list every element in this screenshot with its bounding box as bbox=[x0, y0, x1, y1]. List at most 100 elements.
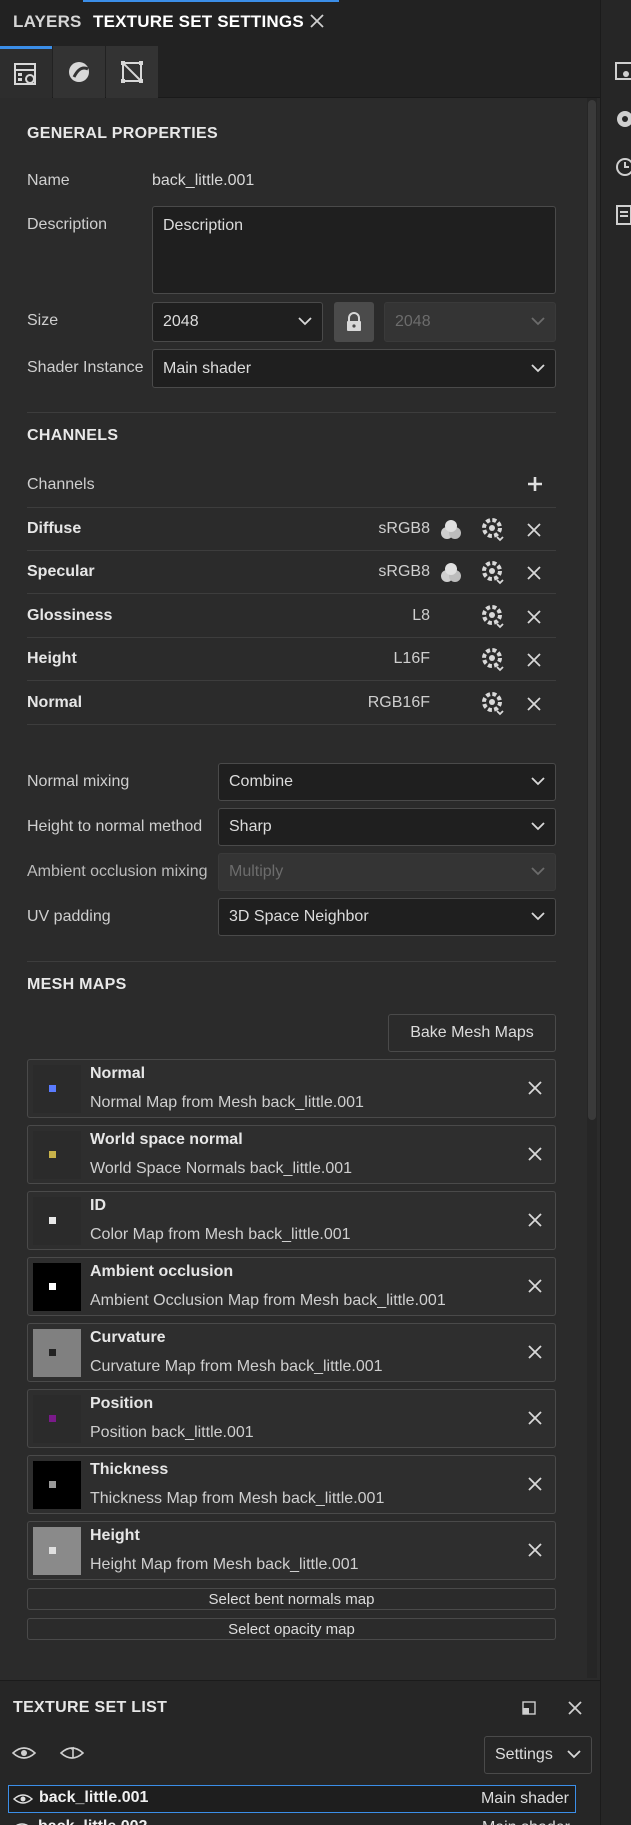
undock-icon[interactable] bbox=[522, 1701, 536, 1715]
chevron-down-icon bbox=[531, 822, 545, 831]
sub-tab-settings[interactable] bbox=[0, 46, 52, 98]
remove-mesh-map-icon[interactable] bbox=[525, 1342, 545, 1362]
sub-tab-mesh[interactable] bbox=[106, 46, 158, 98]
shader-instance-select[interactable]: Main shader bbox=[152, 349, 556, 388]
remove-mesh-map-icon[interactable] bbox=[525, 1408, 545, 1428]
mesh-map-thumbnail-mark bbox=[49, 1349, 56, 1356]
scrollbar-thumb[interactable] bbox=[588, 100, 596, 1120]
texture-set-row[interactable]: back_little.002 Main shader bbox=[8, 1815, 576, 1825]
close-panel-icon[interactable] bbox=[566, 1699, 584, 1717]
remove-mesh-map-icon[interactable] bbox=[525, 1276, 545, 1296]
remove-channel-icon[interactable] bbox=[520, 516, 548, 544]
name-value[interactable]: back_little.001 bbox=[152, 172, 254, 190]
channel-row[interactable]: Normal RGB16F bbox=[27, 682, 556, 725]
size-select[interactable]: 2048 bbox=[152, 302, 323, 342]
color-channels-icon[interactable] bbox=[437, 516, 465, 544]
mesh-map-card[interactable]: Height Height Map from Mesh back_little.… bbox=[27, 1521, 556, 1580]
mesh-map-description: World Space Normals back_little.001 bbox=[90, 1160, 353, 1177]
remove-mesh-map-icon[interactable] bbox=[525, 1078, 545, 1098]
eye-icon[interactable] bbox=[12, 1821, 32, 1825]
remove-mesh-map-icon[interactable] bbox=[525, 1144, 545, 1164]
chevron-down-icon bbox=[531, 317, 545, 326]
mesh-map-card[interactable]: Normal Normal Map from Mesh back_little.… bbox=[27, 1059, 556, 1118]
mesh-map-card[interactable]: Ambient occlusion Ambient Occlusion Map … bbox=[27, 1257, 556, 1316]
channel-settings-gear-icon[interactable] bbox=[479, 559, 507, 587]
lock-icon bbox=[347, 312, 361, 331]
remove-channel-icon[interactable] bbox=[520, 690, 548, 718]
mesh-map-card[interactable]: World space normal World Space Normals b… bbox=[27, 1125, 556, 1184]
channel-format[interactable]: L8 bbox=[412, 607, 430, 625]
channel-settings-gear-icon[interactable] bbox=[479, 516, 507, 544]
channel-row[interactable]: Glossiness L8 bbox=[27, 595, 556, 638]
texture-set-list-panel: TEXTURE SET LIST Settings back_little.00… bbox=[0, 1680, 600, 1825]
close-tab-icon[interactable] bbox=[306, 10, 328, 32]
texture-set-shader: Main shader bbox=[482, 1819, 570, 1825]
mesh-map-title: Ambient occlusion bbox=[90, 1263, 234, 1280]
texture-set-name: back_little.002 bbox=[38, 1818, 147, 1825]
section-divider bbox=[27, 961, 556, 962]
mesh-map-title: Curvature bbox=[90, 1329, 166, 1346]
mesh-map-thumbnail bbox=[33, 1065, 81, 1113]
channel-row[interactable]: Diffuse sRGB8 bbox=[27, 508, 556, 551]
select-opacity-map-button[interactable]: Select opacity map bbox=[27, 1618, 556, 1640]
normal-mixing-select[interactable]: Combine bbox=[218, 763, 556, 801]
mesh-map-description: Normal Map from Mesh back_little.001 bbox=[90, 1094, 364, 1111]
mesh-map-card[interactable]: Curvature Curvature Map from Mesh back_l… bbox=[27, 1323, 556, 1382]
color-channels-icon[interactable] bbox=[437, 559, 465, 587]
remove-channel-icon[interactable] bbox=[520, 559, 548, 587]
remove-mesh-map-icon[interactable] bbox=[525, 1210, 545, 1230]
solo-visibility-icon[interactable] bbox=[60, 1743, 84, 1763]
display-settings-icon[interactable] bbox=[614, 60, 631, 82]
ao-mixing-select: Multiply bbox=[218, 853, 556, 891]
mesh-map-thumbnail-mark bbox=[49, 1151, 56, 1158]
shader-settings-icon[interactable] bbox=[614, 108, 631, 130]
channel-settings-gear-icon[interactable] bbox=[479, 646, 507, 674]
size-lock-button[interactable] bbox=[334, 302, 374, 342]
texture-set-row[interactable]: back_little.001 Main shader bbox=[8, 1785, 576, 1813]
tab-layers[interactable]: LAYERS bbox=[13, 0, 82, 46]
mesh-map-description: Curvature Map from Mesh back_little.001 bbox=[90, 1358, 383, 1375]
description-field[interactable]: Description bbox=[152, 206, 556, 294]
mesh-map-description: Thickness Map from Mesh back_little.001 bbox=[90, 1490, 385, 1507]
history-icon[interactable] bbox=[614, 156, 631, 178]
uv-padding-select[interactable]: 3D Space Neighbor bbox=[218, 898, 556, 936]
chevron-down-icon bbox=[531, 867, 545, 876]
channel-format[interactable]: sRGB8 bbox=[378, 520, 430, 538]
panel-tab-bar: LAYERS TEXTURE SET SETTINGS bbox=[0, 0, 600, 46]
sub-tab-material[interactable] bbox=[53, 46, 105, 98]
mesh-map-title: Height bbox=[90, 1527, 140, 1544]
channel-row[interactable]: Height L16F bbox=[27, 638, 556, 681]
add-channel-icon[interactable] bbox=[526, 475, 544, 493]
log-icon[interactable] bbox=[614, 204, 631, 226]
channel-format[interactable]: RGB16F bbox=[368, 694, 430, 712]
mesh-map-card[interactable]: Thickness Thickness Map from Mesh back_l… bbox=[27, 1455, 556, 1514]
remove-channel-icon[interactable] bbox=[520, 646, 548, 674]
remove-channel-icon[interactable] bbox=[520, 603, 548, 631]
size-secondary-value: 2048 bbox=[395, 313, 431, 330]
visibility-toggle-icon[interactable] bbox=[12, 1743, 36, 1763]
channel-format[interactable]: sRGB8 bbox=[378, 563, 430, 581]
height-normal-method-select[interactable]: Sharp bbox=[218, 808, 556, 846]
bake-mesh-maps-button[interactable]: Bake Mesh Maps bbox=[388, 1014, 556, 1052]
shader-instance-label: Shader Instance bbox=[27, 359, 144, 376]
select-bent-normals-button[interactable]: Select bent normals map bbox=[27, 1588, 556, 1610]
size-value: 2048 bbox=[163, 313, 199, 330]
eye-icon[interactable] bbox=[13, 1792, 33, 1806]
mesh-map-thumbnail bbox=[33, 1395, 81, 1443]
mesh-map-thumbnail bbox=[33, 1197, 81, 1245]
tab-texture-set-settings[interactable]: TEXTURE SET SETTINGS bbox=[93, 0, 304, 46]
mesh-map-card[interactable]: ID Color Map from Mesh back_little.001 bbox=[27, 1191, 556, 1250]
channel-row[interactable]: Specular sRGB8 bbox=[27, 551, 556, 594]
channel-settings-gear-icon[interactable] bbox=[479, 603, 507, 631]
remove-mesh-map-icon[interactable] bbox=[525, 1540, 545, 1560]
channel-settings-gear-icon[interactable] bbox=[479, 690, 507, 718]
channel-format[interactable]: L16F bbox=[394, 650, 430, 668]
remove-mesh-map-icon[interactable] bbox=[525, 1474, 545, 1494]
size-secondary-select: 2048 bbox=[384, 302, 556, 342]
texture-set-shader: Main shader bbox=[480, 1790, 569, 1807]
mesh-map-title: Thickness bbox=[90, 1461, 169, 1478]
mesh-map-card[interactable]: Position Position back_little.001 bbox=[27, 1389, 556, 1448]
height-normal-method-label: Height to normal method bbox=[27, 818, 203, 835]
mesh-map-thumbnail-mark bbox=[49, 1547, 56, 1554]
texture-set-settings-select[interactable]: Settings bbox=[484, 1736, 592, 1774]
